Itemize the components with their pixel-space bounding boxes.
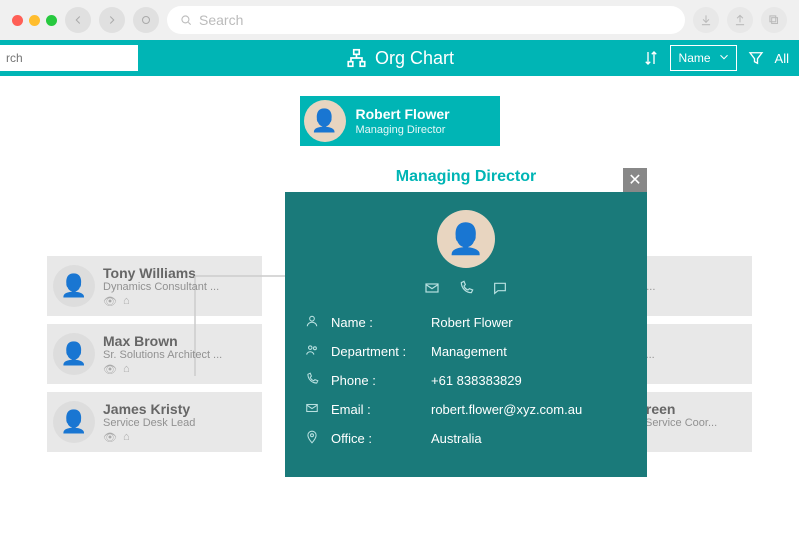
group-icon xyxy=(305,343,321,360)
root-employee-card[interactable]: 👤 Robert Flower Managing Director xyxy=(300,96,500,146)
mail-icon[interactable] xyxy=(424,280,440,296)
browser-chrome: Search xyxy=(0,0,799,40)
window-controls xyxy=(12,15,57,26)
search-placeholder: Search xyxy=(199,12,243,28)
avatar: 👤 xyxy=(53,333,95,375)
employee-title: Managing Director xyxy=(356,123,450,137)
avatar: 👤 xyxy=(53,401,95,443)
share-icon[interactable] xyxy=(727,7,753,33)
filter-label: All xyxy=(775,51,789,66)
employee-card[interactable]: 👤Tony WilliamsDynamics Consultant ...👁⌂ xyxy=(47,256,262,316)
eye-icon[interactable]: 👁 xyxy=(103,295,117,308)
employee-card[interactable]: 👤Max BrownSr. Solutions Architect ...👁⌂ xyxy=(47,324,262,384)
search-icon xyxy=(179,13,193,27)
download-icon[interactable] xyxy=(693,7,719,33)
search-input[interactable] xyxy=(0,45,138,71)
org-icon[interactable]: ⌂ xyxy=(123,363,130,376)
reload-button[interactable] xyxy=(133,7,159,33)
avatar: 👤 xyxy=(304,100,346,142)
mail-icon xyxy=(305,401,321,418)
org-chart-icon xyxy=(345,47,367,69)
sort-select[interactable]: Name xyxy=(670,45,737,71)
phone-icon xyxy=(305,372,321,389)
forward-button[interactable] xyxy=(99,7,125,33)
page-title: Org Chart xyxy=(345,47,454,69)
detail-role-label: Managing Director xyxy=(285,168,647,186)
detail-avatar: 👤 xyxy=(437,210,495,268)
close-dot[interactable] xyxy=(12,15,23,26)
min-dot[interactable] xyxy=(29,15,40,26)
app-header: Org Chart Name All xyxy=(0,40,799,76)
sort-icon[interactable] xyxy=(642,49,660,67)
person-icon xyxy=(305,314,321,331)
back-button[interactable] xyxy=(65,7,91,33)
filter-icon[interactable] xyxy=(747,49,765,67)
employee-detail-panel: ✕ 👤 Name :Robert Flower Department :Mana… xyxy=(285,192,647,477)
max-dot[interactable] xyxy=(46,15,57,26)
address-bar[interactable]: Search xyxy=(167,6,685,34)
eye-icon[interactable]: 👁 xyxy=(103,363,117,376)
copy-icon[interactable] xyxy=(761,7,787,33)
phone-icon[interactable] xyxy=(458,280,474,296)
location-icon xyxy=(305,430,321,447)
avatar: 👤 xyxy=(53,265,95,307)
employee-card[interactable]: 👤James KristyService Desk Lead👁⌂ xyxy=(47,392,262,452)
eye-icon[interactable]: 👁 xyxy=(103,431,117,444)
employee-name: Robert Flower xyxy=(356,105,450,123)
org-icon[interactable]: ⌂ xyxy=(123,431,130,444)
chat-icon[interactable] xyxy=(492,280,508,296)
org-icon[interactable]: ⌂ xyxy=(123,295,130,308)
